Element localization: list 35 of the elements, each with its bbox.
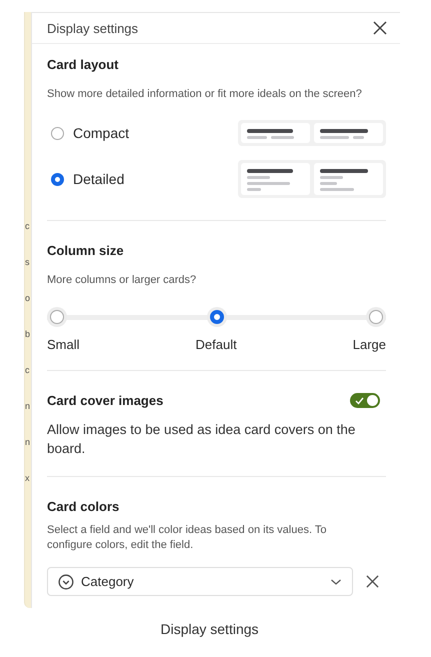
section-heading: Column size <box>47 243 125 258</box>
background-text: n <box>25 400 32 412</box>
slider-stop[interactable] <box>47 307 67 327</box>
slider-label: Large <box>352 337 386 352</box>
background-text: s <box>25 256 30 268</box>
radio-button[interactable] <box>51 126 64 140</box>
field-dropdown[interactable]: Category <box>47 567 353 596</box>
background-text: b <box>25 328 32 340</box>
slider-label: Default <box>196 337 237 352</box>
section-heading: Card colors <box>47 499 120 514</box>
caption: Display settings <box>159 621 260 637</box>
section-description: Select a field and we'll color ideas based on its values. To configure colors, edit the field. <box>47 523 328 553</box>
clear-icon[interactable] <box>366 575 379 588</box>
slider-label: Small <box>47 337 80 352</box>
background-text: n <box>25 436 32 448</box>
background-text: c <box>25 220 30 232</box>
radio-label[interactable]: Detailed <box>73 171 238 187</box>
radio-label[interactable]: Compact <box>73 125 238 141</box>
slider-stop[interactable] <box>366 307 386 327</box>
radio-button[interactable] <box>51 172 64 186</box>
section-description: Allow images to be used as idea card covers on the board. <box>47 421 356 458</box>
check-icon <box>355 397 364 405</box>
section-description: Show more detailed information or fit more ideals on the screen? <box>47 88 363 100</box>
section-heading: Card cover images <box>47 393 164 408</box>
toggle-switch[interactable] <box>350 393 380 408</box>
background-text: x <box>25 472 30 484</box>
slider-stop[interactable] <box>206 307 226 327</box>
background-text: c <box>25 364 30 376</box>
caret-icon <box>330 578 342 586</box>
panel-title: Display settings <box>47 20 138 36</box>
section-description: More columns or larger cards? <box>47 274 198 286</box>
chevron-circle-icon <box>58 574 74 590</box>
close-icon[interactable] <box>373 21 387 35</box>
background-text: o <box>25 292 32 304</box>
section-heading: Card layout <box>47 57 120 72</box>
